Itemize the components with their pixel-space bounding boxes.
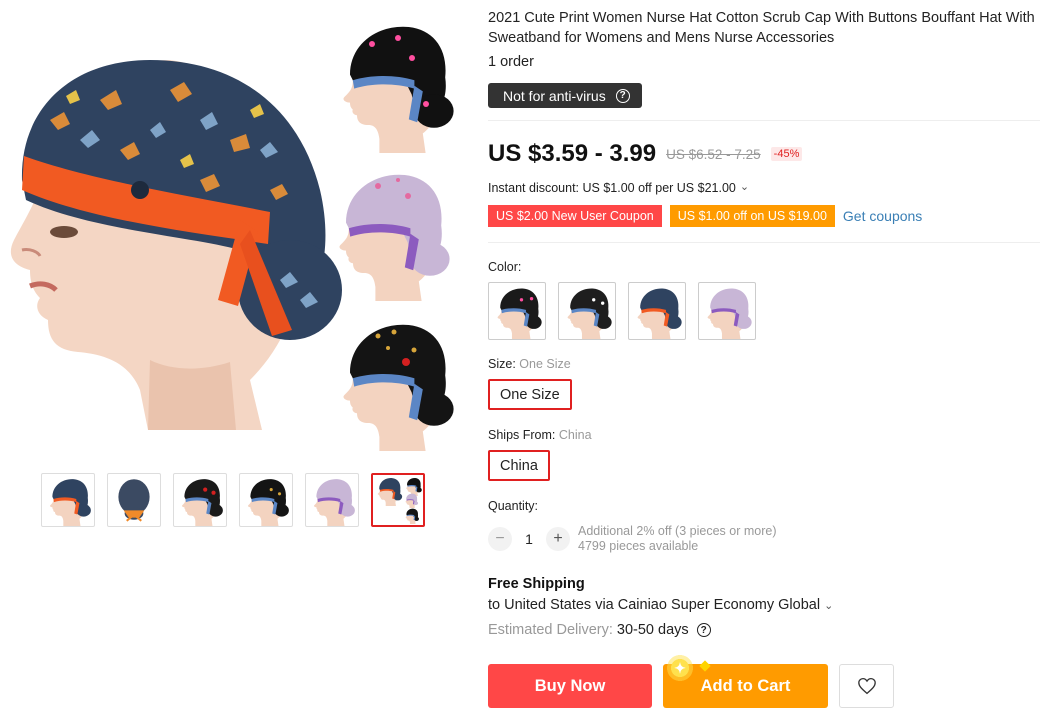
quantity-plus-button[interactable]: + <box>546 527 570 551</box>
chevron-down-icon: ⌄ <box>739 180 750 193</box>
size-selected-value: One Size <box>519 357 571 371</box>
discount-badge: -45% <box>770 147 803 161</box>
color-swatches <box>488 282 756 340</box>
store-coupon[interactable]: US $1.00 off on US $19.00 <box>667 205 838 227</box>
thumbnail-black-red[interactable] <box>173 473 227 527</box>
estimated-delivery: Estimated Delivery: 30-50 days ? <box>488 622 711 638</box>
thumb-model-lavender <box>339 175 449 301</box>
get-coupons-link[interactable]: Get coupons <box>843 208 922 224</box>
delivery-days: 30-50 days <box>616 622 689 638</box>
quantity-input[interactable]: 1 <box>512 531 546 547</box>
product-gallery <box>0 0 460 540</box>
thumbnail-strip <box>41 473 425 527</box>
main-product-image[interactable] <box>0 0 460 460</box>
delivery-label: Estimated Delivery: <box>488 622 613 638</box>
ships-from-label-text: Ships From: <box>488 428 556 442</box>
stock-available: 4799 pieces available <box>578 539 699 553</box>
price-row: US $3.59 - 3.99 US $6.52 - 7.25 -45% <box>488 140 803 168</box>
quantity-notes: Additional 2% off (3 pieces or more) 479… <box>578 524 776 554</box>
sparkle-icon: ✦ <box>666 654 694 682</box>
quantity-minus-button[interactable]: − <box>488 527 512 551</box>
quantity-stepper: − 1 + Additional 2% off (3 pieces or mor… <box>488 524 776 554</box>
chevron-down-icon: ⌄ <box>824 600 834 612</box>
color-swatch-navy-butterfly[interactable] <box>488 282 546 340</box>
sparkle-dot-icon <box>699 660 711 672</box>
thumbnail-lavender[interactable] <box>305 473 359 527</box>
size-label-text: Size: <box>488 357 516 371</box>
thumbnail-black-gold[interactable] <box>239 473 293 527</box>
ships-from-option-china[interactable]: China <box>488 450 550 481</box>
add-to-cart-label: Add to Cart <box>700 676 791 695</box>
color-swatch-black-heart[interactable] <box>558 282 616 340</box>
product-title: 2021 Cute Print Women Nurse Hat Cotton S… <box>488 10 1035 46</box>
quantity-label: Quantity: <box>488 499 539 513</box>
anti-virus-label: Not for anti-virus <box>503 87 606 104</box>
thumb-model-black-hearts <box>343 27 453 153</box>
thumbnail-collage-selected[interactable] <box>371 473 425 527</box>
coupon-row: US $2.00 New User Coupon US $1.00 off on… <box>486 205 922 227</box>
wishlist-button[interactable] <box>839 664 894 708</box>
shipping-destination[interactable]: to United States via Cainiao Super Econo… <box>488 597 833 613</box>
question-icon[interactable]: ? <box>615 88 630 103</box>
divider <box>488 242 1040 243</box>
ships-from-selected-value: China <box>558 428 592 442</box>
new-user-coupon[interactable]: US $2.00 New User Coupon <box>486 205 664 227</box>
thumbnail-back-view[interactable] <box>107 473 161 527</box>
heart-icon <box>857 677 876 695</box>
free-shipping-title: Free Shipping <box>488 576 585 592</box>
purchase-actions: Buy Now ✦ Add to Cart <box>488 654 894 708</box>
size-option-one-size[interactable]: One Size <box>488 379 572 410</box>
buy-now-button[interactable]: Buy Now <box>488 664 652 708</box>
anti-virus-badge[interactable]: Not for anti-virus ? <box>488 83 642 108</box>
color-swatch-navy-orange[interactable] <box>628 282 686 340</box>
thumbnail-navy-orange[interactable] <box>41 473 95 527</box>
ships-from-label: Ships From: China <box>488 428 592 442</box>
color-label: Color: <box>488 260 522 274</box>
order-count: 1 order <box>488 54 534 70</box>
divider <box>488 120 1040 121</box>
question-icon[interactable]: ? <box>696 623 711 637</box>
shipping-destination-text: to United States via Cainiao Super Econo… <box>488 597 821 613</box>
original-price: US $6.52 - 7.25 <box>666 146 761 162</box>
add-to-cart-button[interactable]: ✦ Add to Cart <box>663 654 828 708</box>
instant-discount[interactable]: Instant discount: US $1.00 off per US $2… <box>488 180 750 196</box>
current-price: US $3.59 - 3.99 <box>488 140 657 167</box>
color-swatch-lavender[interactable] <box>698 282 756 340</box>
size-label: Size: One Size <box>488 357 571 371</box>
instant-discount-text: Instant discount: US $1.00 off per US $2… <box>488 181 736 195</box>
thumb-model-black-gold <box>343 325 453 451</box>
bulk-discount-note: Additional 2% off (3 pieces or more) <box>578 524 777 538</box>
